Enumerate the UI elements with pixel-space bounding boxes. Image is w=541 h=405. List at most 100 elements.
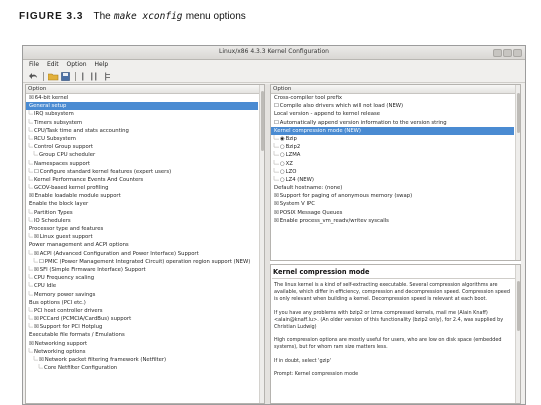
tree-row[interactable]: Executable file formats / Emulations	[26, 331, 258, 339]
tree-row[interactable]: Local version - append to kernel release	[271, 110, 514, 118]
tree-row[interactable]: ☐Configure standard kernel features (exp…	[26, 167, 258, 176]
folder-open-icon[interactable]	[48, 72, 59, 81]
tree-row[interactable]: ☒Network packet filtering framework (Net…	[26, 356, 258, 364]
radio-button[interactable]: ◉	[280, 136, 285, 142]
tree-row[interactable]: ○LZO	[271, 167, 514, 176]
tree-row[interactable]: ☒Support for PCI Hotplug	[26, 323, 258, 331]
checkbox[interactable]: ☐	[34, 169, 39, 175]
tree-row[interactable]: Default hostname: (none)	[271, 184, 514, 192]
radio-button[interactable]: ○	[280, 144, 285, 150]
xconfig-window: Linux/x86 4.3.3 Kernel Configuration Fil…	[22, 45, 526, 405]
checkbox[interactable]: ☐	[274, 103, 279, 109]
checkbox[interactable]: ☐	[274, 120, 279, 126]
tree-row[interactable]: CPU Frequency scaling	[26, 274, 258, 282]
tree-row[interactable]: Partition Types	[26, 208, 258, 217]
tree-row[interactable]: General setup	[26, 102, 258, 111]
checkbox[interactable]: ☒	[29, 341, 34, 347]
checkbox[interactable]: ☒	[34, 267, 39, 273]
tree-row[interactable]: ◉Bzip	[271, 134, 514, 143]
menu-file[interactable]: File	[29, 61, 39, 68]
tree-row[interactable]: ☒Enable loadable module support	[26, 192, 258, 200]
checkbox[interactable]: ☒	[274, 201, 279, 207]
tree-row[interactable]: ☒POSIX Message Queues	[271, 209, 514, 217]
tree-row[interactable]: ☒ACPI (Advanced Configuration and Power …	[26, 249, 258, 258]
radio-button[interactable]: ○	[280, 177, 285, 183]
maximize-button[interactable]	[503, 49, 512, 57]
tree-row[interactable]: ☒Support for paging of anonymous memory …	[271, 192, 514, 200]
back-icon[interactable]	[29, 72, 39, 81]
tree-row[interactable]: ○LZ4 (NEW)	[271, 175, 514, 184]
title-bar[interactable]: Linux/x86 4.3.3 Kernel Configuration	[23, 46, 525, 60]
tree-row[interactable]: Bus options (PCI etc.)	[26, 299, 258, 307]
menu-edit[interactable]: Edit	[47, 61, 59, 68]
save-icon[interactable]	[61, 72, 71, 81]
checkbox[interactable]: ☒	[29, 193, 34, 199]
tree-row[interactable]: ☐Compile also drivers which will not loa…	[271, 102, 514, 110]
checkbox[interactable]: ☒	[34, 324, 39, 330]
tree-row[interactable]: ☒SFI (Simple Firmware Interface) Support	[26, 265, 258, 274]
tree-row[interactable]: Group CPU scheduler	[26, 151, 258, 159]
tree-row[interactable]: Namespaces support	[26, 159, 258, 168]
checkbox[interactable]: ☒	[34, 234, 39, 240]
left-scrollbar[interactable]	[259, 85, 264, 403]
tree-row[interactable]: Control Group support	[26, 143, 258, 151]
tree-row[interactable]: PCI host controller drivers	[26, 306, 258, 315]
tree-row[interactable]: RCU Subsystem	[26, 134, 258, 143]
tree-row[interactable]: IRQ subsystem	[26, 110, 258, 118]
radio-button[interactable]: ○	[280, 169, 285, 175]
right-scrollbar[interactable]	[515, 85, 520, 260]
tree-row[interactable]: CPU/Task time and stats accounting	[26, 126, 258, 135]
tree-row[interactable]: IO Schedulers	[26, 216, 258, 225]
menu-option[interactable]: Option	[67, 61, 87, 68]
right-scrollbar-thumb[interactable]	[517, 93, 520, 133]
tree-row[interactable]: ☒Linux guest support	[26, 233, 258, 241]
full-view-icon[interactable]	[103, 72, 111, 81]
tree-row[interactable]: CPU Idle	[26, 282, 258, 290]
menu-help[interactable]: Help	[94, 61, 108, 68]
single-view-icon[interactable]	[80, 72, 86, 81]
tree-row[interactable]: Core Netfilter Configuration	[26, 364, 258, 372]
tree-row-label: Support for PCI Hotplug	[39, 324, 103, 331]
tree-row[interactable]: Enable the block layer	[26, 200, 258, 208]
help-scrollbar[interactable]	[515, 265, 520, 403]
tree-row[interactable]: Timers subsystem	[26, 118, 258, 127]
split-view-icon[interactable]	[90, 72, 98, 81]
checkbox[interactable]: ☒	[39, 357, 44, 363]
checkbox[interactable]: ☐	[39, 259, 44, 265]
tree-row[interactable]: ☒Enable process_vm_readv/writev syscalls	[271, 217, 514, 225]
left-scrollbar-thumb[interactable]	[261, 91, 264, 151]
tree-row[interactable]: ○XZ	[271, 159, 514, 168]
option-tree-pane: Option ☒64-bit kernel General setup IRQ su…	[25, 84, 265, 404]
tree-row[interactable]: ☒PCCard (PCMCIA/CardBus) support	[26, 315, 258, 323]
tree-row[interactable]: Networking options	[26, 347, 258, 356]
tree-row[interactable]: ☐Automatically append version informatio…	[271, 119, 514, 127]
close-button[interactable]	[513, 49, 522, 57]
checkbox[interactable]: ☒	[274, 218, 279, 224]
tree-row[interactable]: ☒64-bit kernel	[26, 94, 258, 102]
tree-row[interactable]: ☒Networking support	[26, 340, 258, 348]
help-title: Kernel compression mode	[273, 268, 370, 276]
radio-button[interactable]: ○	[280, 152, 285, 158]
tree-row[interactable]: ○LZMA	[271, 151, 514, 159]
minimize-button[interactable]	[493, 49, 502, 57]
tree-row[interactable]: ☒System V IPC	[271, 200, 514, 208]
tree-row[interactable]: Memory power savings	[26, 290, 258, 299]
tree-row[interactable]: GCOV-based kernel profiling	[26, 184, 258, 192]
tree-row[interactable]: ☐PMIC (Power Management Integrated Circu…	[26, 257, 258, 266]
tree-row[interactable]: Cross-compiler tool prefix	[271, 94, 514, 102]
checkbox[interactable]: ☒	[34, 251, 39, 257]
tree-row[interactable]: Kernel compression mode (NEW)	[271, 126, 514, 135]
help-pane: Kernel compression mode The linux kernel…	[270, 264, 521, 404]
tree-row[interactable]: Processor type and features	[26, 225, 258, 233]
tree-row[interactable]: Power management and ACPI options	[26, 241, 258, 249]
tree-row-label: CPU/Task time and stats accounting	[34, 127, 129, 134]
tree-row-content: IRQ subsystem	[34, 110, 74, 118]
radio-button[interactable]: ○	[280, 161, 285, 167]
checkbox[interactable]: ☒	[274, 210, 279, 216]
checkbox[interactable]: ☒	[274, 193, 279, 199]
tree-row[interactable]: Kernel Performance Events And Counters	[26, 175, 258, 184]
tree-row[interactable]: ○Bzip2	[271, 143, 514, 151]
help-scrollbar-thumb[interactable]	[517, 281, 520, 331]
checkbox[interactable]: ☒	[29, 95, 34, 101]
checkbox[interactable]: ☒	[34, 316, 39, 322]
